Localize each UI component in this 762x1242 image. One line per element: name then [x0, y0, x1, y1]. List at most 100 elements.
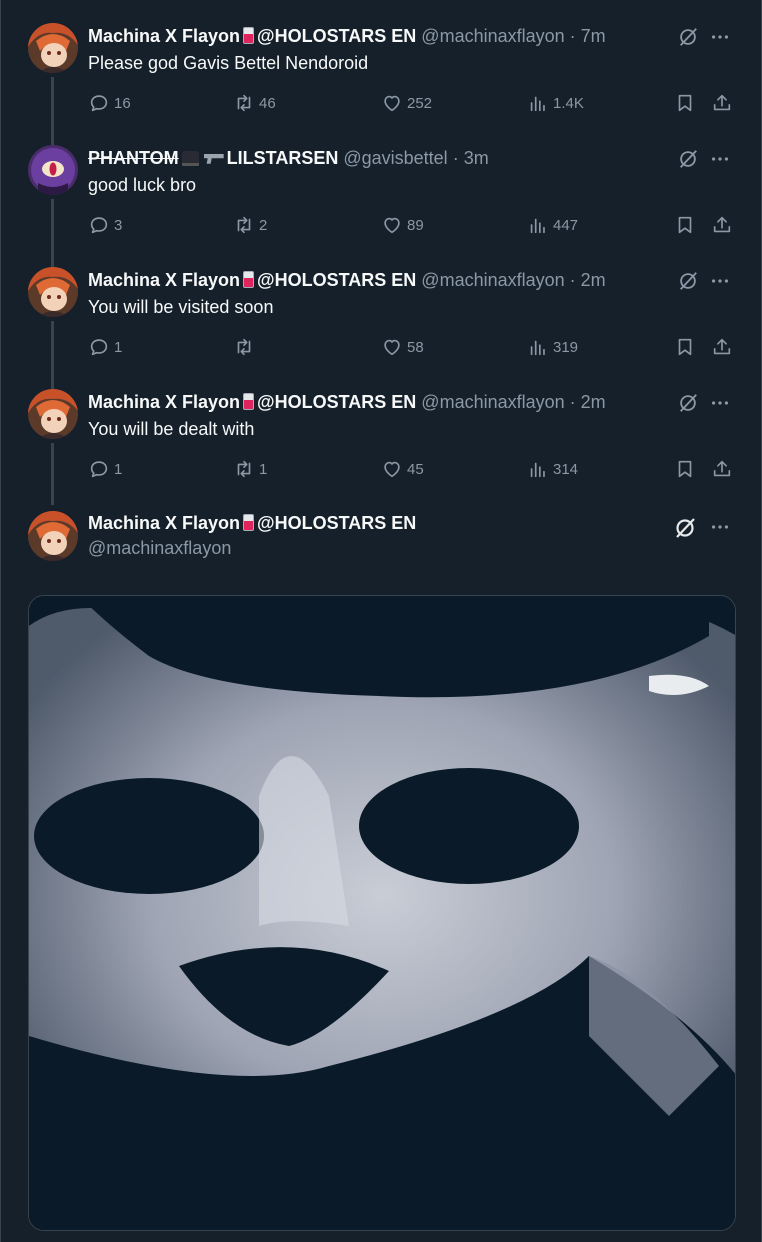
display-name[interactable]: Machina X Flayon — [88, 392, 240, 412]
timestamp[interactable]: 2m — [581, 270, 606, 290]
avatar[interactable] — [28, 389, 78, 439]
tweet-text: You will be visited soon — [88, 297, 274, 317]
tweet-header: Machina X Flayon @HOLOSTARS EN — [88, 511, 416, 535]
separator-dot: · — [569, 270, 576, 290]
user-handle[interactable]: @machinaxflayon — [421, 392, 564, 412]
display-name-affiliation[interactable]: @HOLOSTARS EN — [257, 392, 416, 412]
retweet-count: 1 — [259, 460, 268, 478]
views-button[interactable]: 447 — [527, 212, 578, 238]
reply-button[interactable]: 16 — [88, 90, 131, 116]
bookmark-button[interactable] — [674, 212, 700, 238]
action-bar: 1 58 319 — [88, 334, 741, 360]
grok-icon[interactable] — [677, 148, 699, 170]
action-bar: 1 1 45 314 — [88, 456, 741, 482]
share-icon — [713, 460, 731, 477]
display-name[interactable]: Machina X Flayon — [88, 26, 240, 46]
tweet-3[interactable]: Machina X Flayon @HOLOSTARS EN @machinaxf… — [1, 244, 761, 389]
reply-button[interactable]: 3 — [88, 212, 122, 238]
grok-icon[interactable] — [677, 392, 699, 414]
bookmark-button[interactable] — [674, 456, 700, 482]
tweet-text: Please god Gavis Bettel Nendoroid — [88, 53, 369, 73]
tweet-text: You will be dealt with — [88, 419, 255, 439]
display-name-affiliation[interactable]: @HOLOSTARS EN — [257, 513, 416, 533]
avatar[interactable] — [28, 145, 78, 195]
like-button[interactable]: 45 — [381, 456, 424, 482]
retweet-button[interactable]: 46 — [233, 90, 276, 116]
views-button[interactable]: 314 — [527, 456, 578, 482]
battery-emoji-icon — [243, 271, 255, 288]
more-icon[interactable] — [709, 148, 731, 170]
views-icon — [530, 218, 545, 234]
like-button[interactable]: 89 — [381, 212, 424, 238]
grok-icon[interactable] — [677, 270, 699, 292]
reply-button[interactable]: 1 — [88, 456, 122, 482]
user-handle[interactable]: @machinaxflayon — [421, 270, 564, 290]
display-name-affiliation[interactable]: LILSTARSEN — [227, 148, 339, 168]
share-button[interactable] — [711, 456, 737, 482]
reply-count: 1 — [114, 460, 123, 478]
user-handle[interactable]: @machinaxflayon — [88, 536, 231, 560]
reply-count: 16 — [114, 94, 131, 112]
more-icon[interactable] — [709, 392, 731, 414]
avatar[interactable] — [28, 267, 78, 317]
action-bar: 3 2 89 447 — [88, 212, 741, 238]
timestamp[interactable]: 2m — [581, 392, 606, 412]
views-icon — [530, 462, 545, 478]
bookmark-button[interactable] — [674, 334, 700, 360]
grok-icon[interactable] — [677, 26, 699, 48]
tweet-header: Machina X Flayon @HOLOSTARS EN @machinaxf… — [88, 24, 671, 48]
avatar[interactable] — [28, 23, 78, 73]
display-name[interactable]: Machina X Flayon — [88, 513, 240, 533]
more-icon[interactable] — [709, 516, 731, 538]
views-button[interactable]: 319 — [527, 334, 578, 360]
like-count: 89 — [407, 216, 424, 234]
like-button[interactable]: 252 — [381, 90, 432, 116]
tweet-4[interactable]: Machina X Flayon @HOLOSTARS EN @machinaxf… — [1, 366, 761, 505]
retweet-count: 2 — [259, 216, 268, 234]
share-button[interactable] — [711, 212, 737, 238]
timestamp[interactable]: 7m — [581, 26, 606, 46]
reply-icon — [90, 95, 108, 112]
display-name-affiliation[interactable]: @HOLOSTARS EN — [257, 26, 416, 46]
retweet-icon — [237, 460, 251, 478]
share-icon — [713, 338, 731, 355]
retweet-count: 46 — [259, 94, 276, 112]
reply-icon — [90, 339, 108, 356]
tweet-1[interactable]: Machina X Flayon @HOLOSTARS EN @machinaxf… — [1, 0, 761, 145]
retweet-button[interactable] — [233, 334, 259, 360]
reply-count: 3 — [114, 216, 123, 234]
separator-dot: · — [452, 148, 459, 168]
views-button[interactable]: 1.4K — [527, 90, 584, 116]
share-button[interactable] — [711, 334, 737, 360]
more-icon[interactable] — [709, 270, 731, 292]
views-icon — [530, 340, 545, 356]
user-handle[interactable]: @gavisbettel — [343, 148, 447, 168]
bookmark-icon — [678, 338, 692, 356]
user-handle[interactable]: @machinaxflayon — [421, 26, 564, 46]
media-image[interactable] — [28, 595, 736, 1231]
reply-icon — [90, 461, 108, 478]
grok-icon[interactable] — [673, 516, 695, 538]
view-count: 447 — [553, 216, 579, 234]
like-count: 58 — [407, 338, 424, 356]
display-name[interactable]: Machina X Flayon — [88, 270, 240, 290]
reply-button[interactable]: 1 — [88, 334, 122, 360]
display-name[interactable]: PHANTOM — [88, 148, 179, 168]
view-count: 1.4K — [553, 94, 584, 112]
share-button[interactable] — [711, 90, 737, 116]
like-count: 252 — [407, 94, 433, 112]
like-button[interactable]: 58 — [381, 334, 424, 360]
retweet-button[interactable]: 2 — [233, 212, 267, 238]
tweet-2[interactable]: PHANTOM LILSTARSEN @gavisbettel · 3m good… — [1, 122, 761, 267]
views-icon — [530, 96, 545, 112]
avatar[interactable] — [28, 511, 78, 561]
more-icon[interactable] — [709, 26, 731, 48]
share-icon — [713, 94, 731, 111]
action-bar: 16 46 252 1.4K — [88, 90, 741, 116]
reply-count: 1 — [114, 338, 123, 356]
view-count: 319 — [553, 338, 579, 356]
bookmark-button[interactable] — [674, 90, 700, 116]
display-name-affiliation[interactable]: @HOLOSTARS EN — [257, 270, 416, 290]
timestamp[interactable]: 3m — [464, 148, 489, 168]
retweet-button[interactable]: 1 — [233, 456, 267, 482]
